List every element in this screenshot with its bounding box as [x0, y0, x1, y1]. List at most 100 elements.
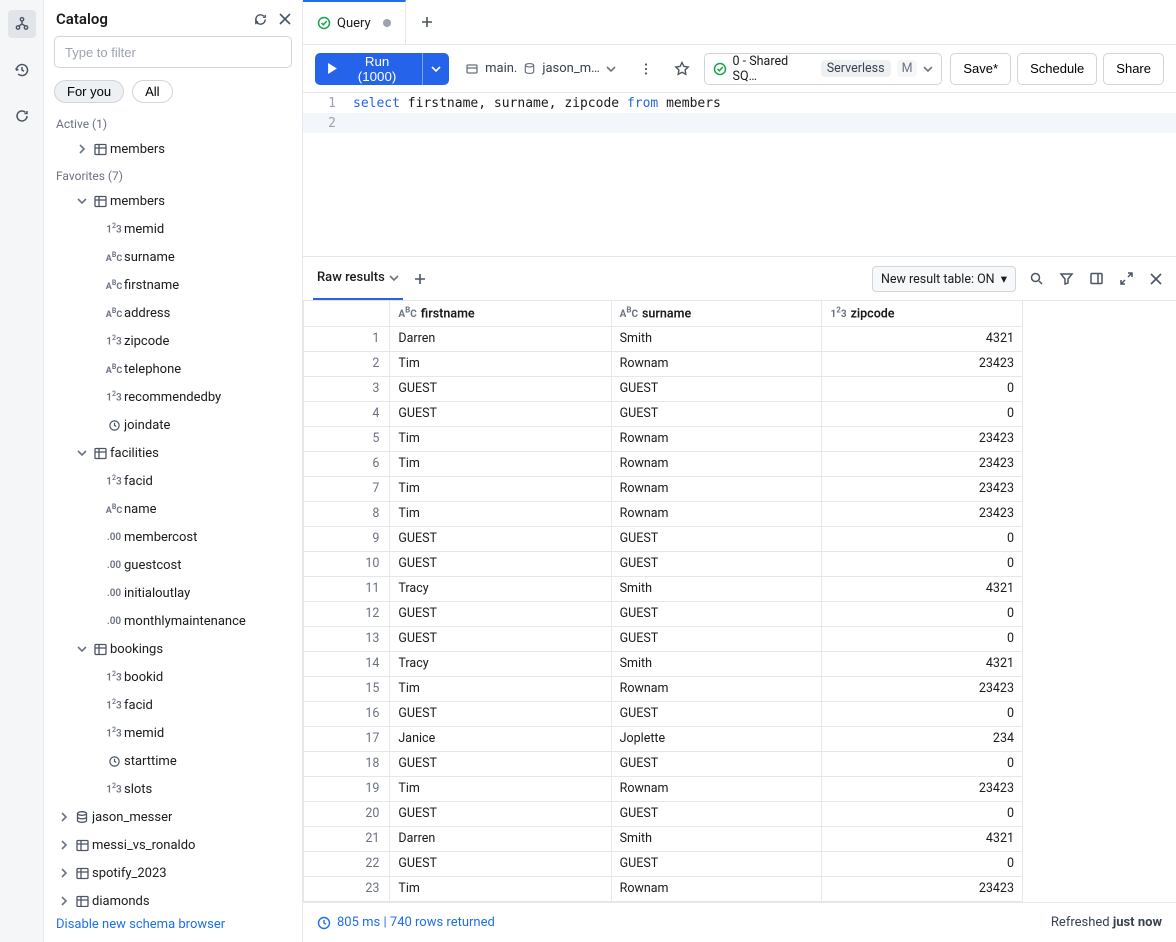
tree-column[interactable]: 123memid	[44, 719, 302, 747]
tree-item[interactable]: diamonds	[44, 887, 302, 907]
table-row[interactable]: 20GUESTGUEST0	[304, 801, 1023, 826]
tree-item[interactable]: members	[44, 187, 302, 215]
disable-schema-link[interactable]: Disable new schema browser	[56, 917, 225, 932]
save-button[interactable]: Save*	[950, 53, 1011, 85]
tree-column[interactable]: 123facid	[44, 467, 302, 495]
run-split-button[interactable]	[422, 53, 449, 85]
type-icon: 123	[104, 474, 124, 487]
results-table-wrap[interactable]: ABCfirstnameABCsurname123zipcode1DarrenS…	[303, 301, 1176, 902]
catalog-close-icon[interactable]	[278, 12, 292, 27]
table-row[interactable]: 5TimRownam23423	[304, 426, 1023, 451]
tree-item[interactable]: members	[44, 135, 302, 163]
pill-for-you[interactable]: For you	[54, 80, 124, 103]
filter-input[interactable]	[54, 36, 292, 68]
type-icon: 123	[104, 334, 124, 347]
table-icon	[90, 642, 110, 657]
table-row[interactable]: 1DarrenSmith4321	[304, 326, 1023, 351]
results-tab[interactable]: Raw results	[313, 257, 403, 300]
share-button[interactable]: Share	[1103, 53, 1164, 85]
schedule-button[interactable]: Schedule	[1017, 53, 1097, 85]
table-row[interactable]: 2TimRownam23423	[304, 351, 1023, 376]
type-icon: ABC	[104, 307, 124, 320]
catalog-refresh-icon[interactable]	[253, 12, 268, 27]
expand-icon[interactable]	[1116, 269, 1136, 289]
table-row[interactable]: 6TimRownam23423	[304, 451, 1023, 476]
tree-column[interactable]: ABCname	[44, 495, 302, 523]
schema-icon[interactable]	[8, 10, 36, 38]
editor-line: 2	[303, 113, 1176, 133]
table-icon	[72, 894, 92, 908]
left-rail	[0, 0, 44, 942]
tree-column[interactable]: joindate	[44, 411, 302, 439]
tree-item[interactable]: messi_vs_ronaldo	[44, 831, 302, 859]
type-icon: 123	[104, 698, 124, 711]
resource-selector[interactable]: 0 - Shared SQ… Serverless M	[704, 53, 943, 85]
column-header[interactable]: 123zipcode	[822, 301, 1023, 326]
schema-selector[interactable]: main. jason_m…	[457, 57, 624, 80]
tree-column[interactable]: .00guestcost	[44, 551, 302, 579]
tree-column[interactable]: 123slots	[44, 775, 302, 803]
table-row[interactable]: 17JaniceJoplette234	[304, 726, 1023, 751]
table-row[interactable]: 9GUESTGUEST0	[304, 526, 1023, 551]
table-row[interactable]: 8TimRownam23423	[304, 501, 1023, 526]
tree-column[interactable]: .00membercost	[44, 523, 302, 551]
table-row[interactable]: 15TimRownam23423	[304, 676, 1023, 701]
tree-column[interactable]: .00monthlymaintenance	[44, 607, 302, 635]
results-bar: Raw results New result table: ON ▾	[303, 257, 1176, 301]
run-button[interactable]: Run (1000)	[315, 53, 449, 85]
tab-add-button[interactable]	[406, 0, 448, 44]
tree-column[interactable]: 123memid	[44, 215, 302, 243]
kebab-menu-icon[interactable]	[632, 55, 660, 83]
table-row[interactable]: 13GUESTGUEST0	[304, 626, 1023, 651]
table-row[interactable]: 18GUESTGUEST0	[304, 751, 1023, 776]
table-row[interactable]: 22GUESTGUEST0	[304, 851, 1023, 876]
pill-all[interactable]: All	[132, 80, 172, 103]
tree-item[interactable]: bookings	[44, 635, 302, 663]
table-row[interactable]: 23TimRownam23423	[304, 876, 1023, 901]
tree-column[interactable]: 123facid	[44, 691, 302, 719]
tree-column[interactable]: ABCsurname	[44, 243, 302, 271]
type-icon: ABC	[104, 363, 124, 376]
tree-item[interactable]: jason_messer	[44, 803, 302, 831]
table-row[interactable]: 16GUESTGUEST0	[304, 701, 1023, 726]
results-mode-selector[interactable]: New result table: ON ▾	[872, 266, 1016, 292]
results-add-button[interactable]	[413, 272, 427, 286]
table-row[interactable]: 14TracySmith4321	[304, 651, 1023, 676]
panel-icon[interactable]	[1086, 269, 1106, 289]
catalog-tree: membersFavorites (7)members123memidABCsu…	[44, 135, 302, 907]
table-row[interactable]: 11TracySmith4321	[304, 576, 1023, 601]
tree-column[interactable]: ABCfirstname	[44, 271, 302, 299]
column-header[interactable]: ABCfirstname	[390, 301, 611, 326]
clock-icon	[317, 916, 331, 930]
sql-editor[interactable]: 1select firstname, surname, zipcode from…	[303, 93, 1176, 257]
database-icon	[72, 810, 92, 824]
search-icon[interactable]	[1026, 269, 1046, 289]
tree-column[interactable]: starttime	[44, 747, 302, 775]
filter-icon[interactable]	[1056, 269, 1076, 289]
tree-item[interactable]: spotify_2023	[44, 859, 302, 887]
close-results-icon[interactable]	[1146, 269, 1166, 289]
tab-dirty-dot-icon	[383, 19, 391, 27]
table-row[interactable]: 12GUESTGUEST0	[304, 601, 1023, 626]
refresh-icon[interactable]	[8, 102, 36, 130]
star-icon[interactable]	[668, 55, 696, 83]
type-icon: ABC	[104, 503, 124, 516]
table-row[interactable]: 21DarrenSmith4321	[304, 826, 1023, 851]
history-icon[interactable]	[8, 56, 36, 84]
tree-item[interactable]: facilities	[44, 439, 302, 467]
catalog-panel: Catalog For you All Active (1) membersFa…	[44, 0, 303, 942]
tab-query[interactable]: Query	[303, 0, 406, 44]
tree-column[interactable]: ABCaddress	[44, 299, 302, 327]
table-row[interactable]: 4GUESTGUEST0	[304, 401, 1023, 426]
tree-column[interactable]: .00initialoutlay	[44, 579, 302, 607]
table-row[interactable]: 7TimRownam23423	[304, 476, 1023, 501]
column-header[interactable]: ABCsurname	[611, 301, 822, 326]
table-row[interactable]: 19TimRownam23423	[304, 776, 1023, 801]
tree-column[interactable]: 123recommendedby	[44, 383, 302, 411]
tree-column[interactable]: 123zipcode	[44, 327, 302, 355]
type-icon: 123	[104, 390, 124, 403]
table-row[interactable]: 10GUESTGUEST0	[304, 551, 1023, 576]
tree-column[interactable]: 123bookid	[44, 663, 302, 691]
table-row[interactable]: 3GUESTGUEST0	[304, 376, 1023, 401]
tree-column[interactable]: ABCtelephone	[44, 355, 302, 383]
